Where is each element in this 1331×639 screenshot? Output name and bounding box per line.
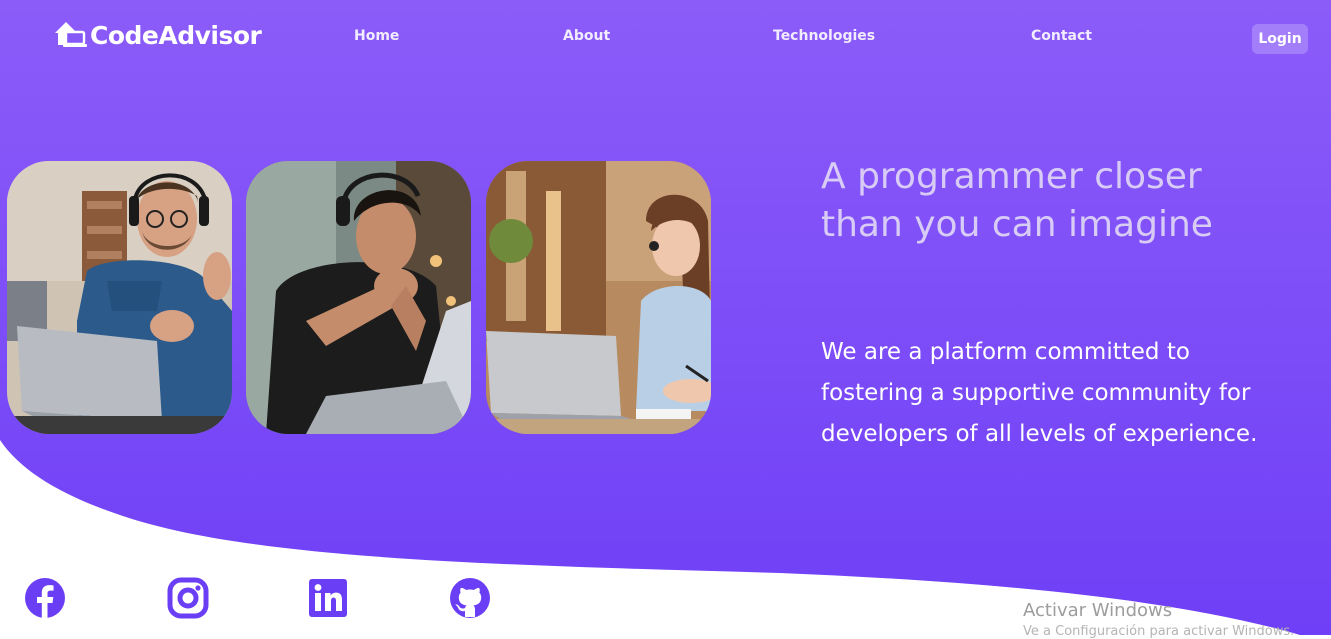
- instagram-icon: [167, 577, 209, 619]
- hero-photo-1: [7, 161, 232, 434]
- github-link[interactable]: [449, 577, 491, 619]
- facebook-link[interactable]: [24, 577, 66, 619]
- github-icon: [450, 578, 490, 618]
- linkedin-link[interactable]: [307, 577, 349, 619]
- nav-contact-link[interactable]: Contact: [1031, 28, 1092, 50]
- photo-woman-writing: [486, 161, 711, 434]
- nav-technologies-link[interactable]: Technologies: [773, 28, 875, 50]
- linkedin-icon: [309, 579, 347, 617]
- login-button[interactable]: Login: [1252, 24, 1308, 54]
- brand-logo[interactable]: CodeAdvisor: [52, 18, 262, 52]
- photo-man-thinking: [246, 161, 471, 434]
- hero-description: We are a platform committed to fostering…: [821, 339, 1258, 447]
- hero-headline: A programmer closer than you can imagine: [821, 156, 1213, 245]
- hero-photo-3: [486, 161, 711, 434]
- instagram-link[interactable]: [167, 577, 209, 619]
- photo-man-gesturing: [7, 161, 232, 434]
- windows-activation-title: Activar Windows: [1023, 600, 1173, 621]
- navbar: CodeAdvisor Home About Technologies Cont…: [0, 0, 1331, 78]
- hero-photo-2: [246, 161, 471, 434]
- facebook-icon: [25, 578, 65, 618]
- nav-home-link[interactable]: Home: [354, 28, 399, 50]
- house-laptop-icon: [55, 22, 87, 47]
- nav-about-link[interactable]: About: [563, 28, 610, 50]
- brand-name: CodeAdvisor: [90, 20, 262, 50]
- windows-activation-subtitle: Ve a Configuración para activar Windows.: [1023, 624, 1295, 639]
